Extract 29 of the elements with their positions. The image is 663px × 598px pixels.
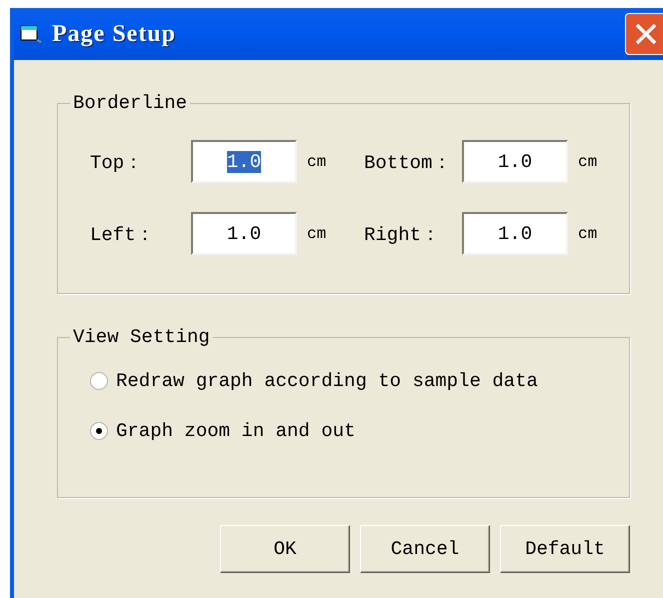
field-label: Bottom： xyxy=(364,150,452,174)
dialog-button[interactable]: Cancel xyxy=(360,525,490,573)
option-label: Graph zoom in and out xyxy=(116,420,356,442)
field-label: Left： xyxy=(90,222,156,246)
field-label: Top： xyxy=(90,150,144,174)
unit-label: cm xyxy=(306,224,328,242)
dialog-button[interactable]: Default xyxy=(500,525,630,573)
close-icon xyxy=(634,22,658,46)
radio-button[interactable] xyxy=(90,372,108,390)
close-button[interactable] xyxy=(625,13,663,55)
option-label: Redraw graph according to sample data xyxy=(116,370,538,392)
field-value: 1.0 xyxy=(226,222,262,244)
unit-label: cm xyxy=(577,152,598,170)
field-value: 1.0 xyxy=(226,150,262,172)
dialog-button[interactable]: OK xyxy=(220,525,350,573)
radio-button[interactable] xyxy=(90,422,108,440)
input-field[interactable]: 1.0 xyxy=(191,140,297,183)
group-title: View Setting xyxy=(72,326,211,348)
field-value: 1.0 xyxy=(498,150,532,172)
unit-label: cm xyxy=(577,224,598,242)
group-title: Borderline xyxy=(72,92,188,114)
field-value: 1.0 xyxy=(498,222,532,244)
window-icon xyxy=(20,24,42,44)
window-title: Page Setup xyxy=(52,20,177,48)
input-field[interactable]: 1.0 xyxy=(191,212,297,255)
input-field[interactable]: 1.0 xyxy=(462,212,568,255)
input-field[interactable]: 1.0 xyxy=(462,140,568,183)
field-label: Right： xyxy=(364,222,442,246)
unit-label: cm xyxy=(306,152,328,170)
